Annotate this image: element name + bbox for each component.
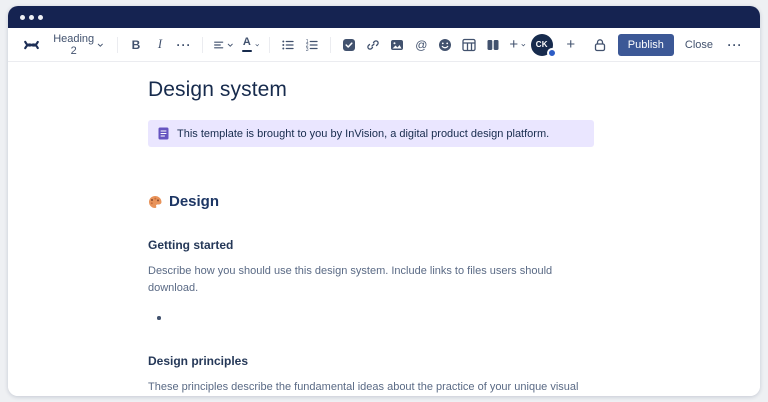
text-color-icon: A	[242, 37, 252, 52]
publish-button[interactable]: Publish	[618, 34, 674, 56]
emoji-button[interactable]	[434, 33, 456, 57]
toolbar-divider	[202, 37, 203, 53]
chevron-down-icon	[97, 41, 104, 49]
italic-label: I	[158, 37, 162, 52]
design-heading-text: Design	[169, 193, 219, 210]
image-icon	[390, 38, 404, 52]
numbered-list-icon: 1 2 3	[305, 38, 319, 52]
window-titlebar	[8, 6, 760, 28]
bullet-list-button[interactable]	[277, 33, 299, 57]
palette-icon	[148, 195, 162, 209]
action-item-button[interactable]	[338, 33, 360, 57]
more-actions-label: ···	[728, 38, 743, 52]
browser-window: Heading 2 B I ··· A 1 2 3	[8, 6, 760, 396]
avatar[interactable]: CK	[531, 34, 553, 56]
more-formatting-label: ···	[176, 38, 191, 52]
getting-started-heading: Getting started	[148, 238, 594, 252]
lock-icon	[593, 38, 607, 52]
image-button[interactable]	[386, 33, 408, 57]
more-formatting-button[interactable]: ···	[173, 33, 195, 57]
document-body: Design system This template is brought t…	[148, 78, 594, 396]
link-button[interactable]	[362, 33, 384, 57]
align-left-icon	[213, 38, 224, 52]
window-control-dot[interactable]	[38, 15, 43, 20]
italic-button[interactable]: I	[149, 33, 171, 57]
empty-bullet-item[interactable]	[148, 312, 594, 324]
page-title: Design system	[148, 78, 594, 102]
template-info-panel: This template is brought to you by InVis…	[148, 120, 594, 147]
svg-text:3: 3	[306, 46, 309, 51]
insert-more-button[interactable]: +	[506, 33, 528, 57]
design-principles-paragraph: These principles describe the fundamenta…	[148, 379, 594, 396]
text-style-dropdown[interactable]: Heading 2	[47, 33, 110, 57]
mention-icon: @	[415, 38, 427, 52]
template-doc-icon	[158, 127, 169, 140]
plus-icon: +	[566, 37, 575, 52]
chevron-down-icon	[227, 41, 233, 49]
toolbar-divider	[330, 37, 331, 53]
avatar-initials: CK	[536, 40, 548, 49]
numbered-list-button[interactable]: 1 2 3	[301, 33, 323, 57]
alignment-button[interactable]	[210, 33, 237, 57]
editor-toolbar: Heading 2 B I ··· A 1 2 3	[8, 28, 760, 62]
text-style-label: Heading 2	[53, 33, 94, 57]
avatar-badge	[547, 48, 557, 58]
mention-button[interactable]: @	[410, 33, 432, 57]
emoji-icon	[438, 38, 452, 52]
bullet-marker	[157, 316, 161, 320]
getting-started-paragraph: Describe how you should use this design …	[148, 263, 594, 296]
toolbar-divider	[117, 37, 118, 53]
action-item-icon	[342, 38, 356, 52]
plus-icon: +	[509, 37, 518, 52]
close-button[interactable]: Close	[681, 35, 717, 55]
layouts-button[interactable]	[482, 33, 504, 57]
table-button[interactable]	[458, 33, 480, 57]
layouts-icon	[486, 38, 500, 52]
link-icon	[366, 38, 380, 52]
add-people-button[interactable]: +	[560, 33, 582, 57]
chevron-down-icon	[255, 41, 260, 49]
restrictions-button[interactable]	[589, 33, 611, 57]
template-info-text: This template is brought to you by InVis…	[177, 128, 549, 140]
chevron-down-icon	[521, 41, 526, 49]
design-principles-heading: Design principles	[148, 354, 594, 368]
toolbar-divider	[269, 37, 270, 53]
bullet-list-icon	[281, 38, 295, 52]
table-icon	[462, 38, 476, 52]
editor-content-area[interactable]: Design system This template is brought t…	[8, 62, 760, 396]
text-color-button[interactable]: A	[239, 33, 263, 57]
editor-logo-icon	[22, 33, 45, 57]
bold-button[interactable]: B	[125, 33, 147, 57]
bold-label: B	[132, 38, 141, 52]
window-control-dot[interactable]	[29, 15, 34, 20]
design-section-heading: Design	[148, 193, 594, 210]
window-control-dot[interactable]	[20, 15, 25, 20]
more-actions-button[interactable]: ···	[724, 33, 746, 57]
